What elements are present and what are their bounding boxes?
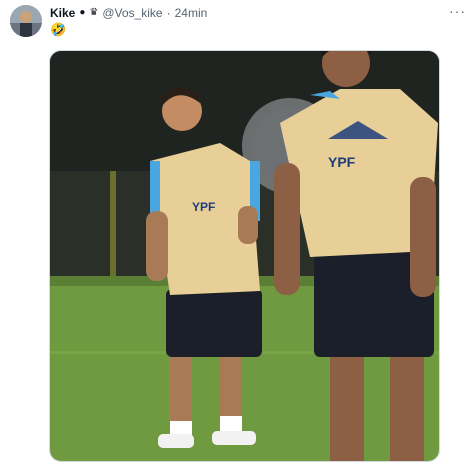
tweet-text: 🤣	[50, 22, 67, 37]
tweet-header: Kike ● ♛ @Vos_kike · 24min	[50, 6, 207, 20]
author-handle[interactable]: @Vos_kike	[102, 6, 162, 20]
right-jersey-text: YPF	[328, 154, 356, 170]
author-name[interactable]: Kike	[50, 6, 75, 20]
timestamp[interactable]: 24min	[175, 6, 208, 20]
apple-icon: ●	[79, 7, 86, 18]
crown-icon: ♛	[89, 7, 99, 18]
left-jersey-text: YPF	[192, 200, 215, 214]
separator: ·	[166, 6, 171, 20]
more-options-button[interactable]: ···	[449, 3, 466, 19]
tweet-photo[interactable]: YPF YPF	[49, 50, 440, 462]
avatar[interactable]	[10, 5, 42, 37]
